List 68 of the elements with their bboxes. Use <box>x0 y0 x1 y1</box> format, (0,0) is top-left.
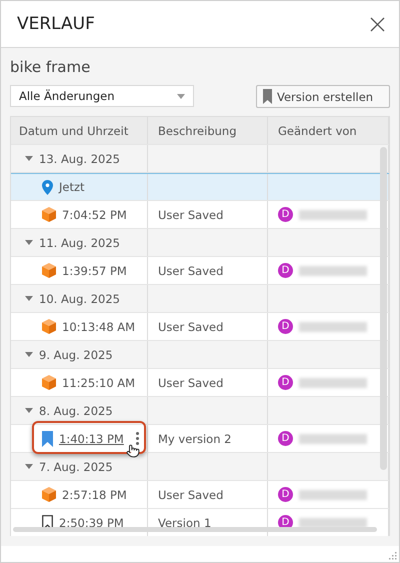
date-group-label: 8. Aug. 2025 <box>39 404 113 418</box>
horizontal-scrollbar[interactable] <box>13 527 377 532</box>
redacted-name <box>299 434 367 444</box>
location-pin-icon <box>42 180 53 194</box>
caret-icon[interactable] <box>25 296 33 301</box>
create-version-button[interactable]: Version erstellen <box>256 85 390 108</box>
redacted-name <box>299 266 367 276</box>
history-row[interactable]: Jetzt <box>11 173 389 201</box>
cube-icon <box>42 263 56 278</box>
filter-dropdown[interactable]: Alle Änderungen <box>10 85 194 107</box>
entry-description: User Saved <box>158 320 224 334</box>
entry-time: 7:04:52 PM <box>62 208 127 222</box>
caret-icon[interactable] <box>25 240 33 245</box>
entry-time: 11:25:10 AM <box>62 376 136 390</box>
redacted-name <box>299 518 367 528</box>
column-header[interactable]: Geändert von <box>278 124 357 138</box>
cube-icon <box>42 487 56 502</box>
entry-time[interactable]: 1:40:13 PM <box>59 432 124 446</box>
history-row[interactable]: 2:57:18 PM User Saved D <box>11 481 389 509</box>
date-group-label: 10. Aug. 2025 <box>39 292 120 306</box>
caret-icon[interactable] <box>25 352 33 357</box>
entry-description: My version 2 <box>158 432 232 446</box>
entry-time: 1:39:57 PM <box>62 264 127 278</box>
user-avatar: D <box>278 207 293 222</box>
column-header[interactable]: Beschreibung <box>158 124 236 138</box>
close-icon[interactable] <box>370 16 385 32</box>
user-avatar: D <box>278 319 293 334</box>
entry-description: User Saved <box>158 376 224 390</box>
entry-time: 2:50:39 PM <box>59 516 124 530</box>
redacted-name <box>299 378 367 388</box>
bookmark-icon <box>42 430 53 446</box>
resize-grip-icon[interactable] <box>389 552 397 560</box>
history-row[interactable]: 1:40:13 PM My version 2 D <box>11 425 389 453</box>
entry-description: User Saved <box>158 264 224 278</box>
user-avatar: D <box>278 263 293 278</box>
history-row[interactable]: 1:39:57 PM User Saved D <box>11 257 389 285</box>
entry-time: Jetzt <box>59 180 85 194</box>
more-icon[interactable] <box>136 432 139 445</box>
user-avatar: D <box>278 431 293 446</box>
cube-icon <box>42 319 56 334</box>
vertical-scrollbar[interactable] <box>380 147 387 470</box>
history-row[interactable]: 11:25:10 AM User Saved D <box>11 369 389 397</box>
entry-time: 10:13:48 AM <box>62 320 136 334</box>
entry-description: User Saved <box>158 488 224 502</box>
caret-icon[interactable] <box>25 156 33 161</box>
caret-icon[interactable] <box>25 408 33 413</box>
window-title: VERLAUF <box>17 14 95 34</box>
history-row[interactable]: 10:13:48 AM User Saved D <box>11 313 389 341</box>
entry-description: Version 1 <box>158 516 212 530</box>
bookmark-icon <box>263 89 272 104</box>
document-name: bike frame <box>10 58 92 76</box>
redacted-name <box>299 490 367 500</box>
date-group-label: 13. Aug. 2025 <box>39 152 120 166</box>
history-row[interactable]: 7:04:52 PM User Saved D <box>11 201 389 229</box>
column-header[interactable]: Datum und Uhrzeit <box>19 124 128 138</box>
redacted-name <box>299 322 367 332</box>
date-group-label: 7. Aug. 2025 <box>39 460 113 474</box>
user-avatar: D <box>278 375 293 390</box>
caret-icon <box>177 94 185 98</box>
date-group-label: 11. Aug. 2025 <box>39 236 120 250</box>
cube-icon <box>42 375 56 390</box>
user-avatar: D <box>278 487 293 502</box>
cube-icon <box>42 207 56 222</box>
date-group-label: 9. Aug. 2025 <box>39 348 113 362</box>
entry-time: 2:57:18 PM <box>62 488 127 502</box>
entry-description: User Saved <box>158 208 224 222</box>
redacted-name <box>299 210 367 220</box>
caret-icon[interactable] <box>25 464 33 469</box>
